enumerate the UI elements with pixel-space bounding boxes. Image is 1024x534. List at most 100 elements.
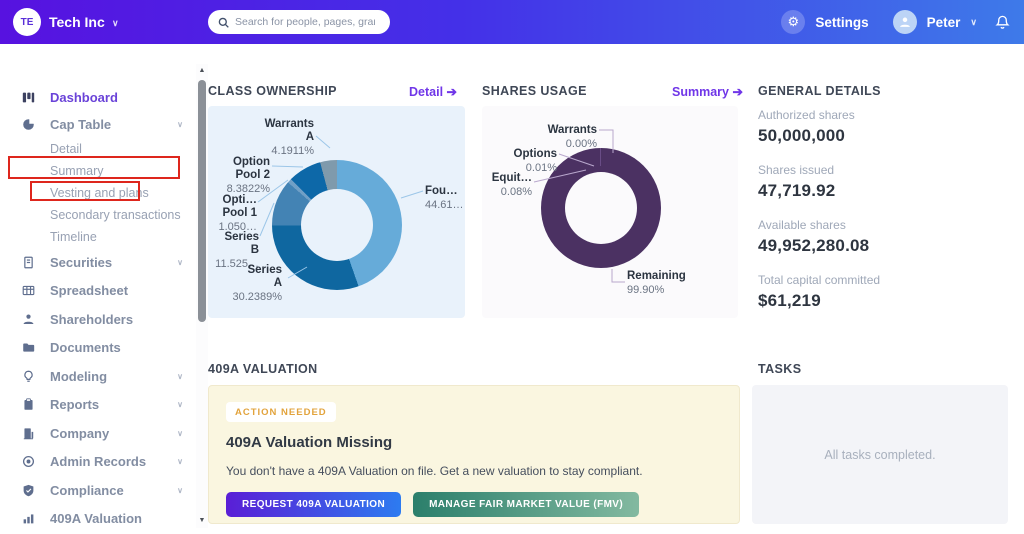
sidebar-item-label: Admin Records	[50, 454, 147, 470]
bulb-icon	[22, 370, 37, 383]
sidebar-item-label: Dashboard	[50, 90, 118, 105]
pie-chart-icon	[22, 118, 37, 131]
sidebar-item-dashboard[interactable]: Dashboard	[0, 84, 196, 111]
search-input[interactable]	[235, 16, 375, 28]
settings-label[interactable]: Settings	[815, 15, 868, 30]
general-details-item: Shares issued 47,719.92	[758, 163, 1008, 201]
person-icon	[899, 17, 910, 27]
general-details-item: Total capital committed $61,219	[758, 273, 1008, 311]
sidebar-item-label: Compliance	[50, 482, 124, 498]
sidebar-item-label: Spreadsheet	[50, 283, 129, 299]
chevron-down-icon[interactable]: ∨	[177, 429, 183, 438]
table-icon	[22, 284, 37, 297]
clipboard-icon	[22, 398, 37, 411]
folder-icon	[22, 341, 37, 354]
user-avatar[interactable]	[892, 10, 917, 34]
sidebar-item-spreadsheet[interactable]: Spreadsheet	[0, 277, 196, 306]
general-details-title: GENERAL DETAILS	[758, 84, 881, 98]
sidebar-item-securities[interactable]: Securities ∨	[0, 248, 196, 277]
sidebar-item-label: Modeling	[50, 368, 108, 384]
sidebar-item-label: Shareholders	[50, 311, 134, 327]
sidebar-subitem-secondary-transactions[interactable]: Secondary transactions	[0, 204, 196, 226]
user-name[interactable]: Peter	[927, 15, 961, 30]
sidebar-subitem-summary[interactable]: Summary	[0, 160, 196, 182]
gear-icon: ⚙	[787, 14, 800, 29]
class-ownership-detail-link[interactable]: Detail ➔	[409, 84, 457, 99]
chevron-down-icon[interactable]: ∨	[177, 486, 183, 495]
request-409a-valuation-button[interactable]: REQUEST 409A VALUATION	[226, 492, 402, 517]
top-navbar: TE Tech Inc ∨ ⚙ Settings Peter ∨	[0, 0, 1024, 44]
company-name[interactable]: Tech Inc	[49, 14, 105, 30]
valuation-409a-panel: ACTION NEEDED 409A Valuation Missing You…	[208, 385, 740, 524]
global-search[interactable]	[208, 10, 390, 34]
sidebar-item-label: Documents	[50, 340, 121, 356]
dashboard-page: TE Tech Inc ∨ ⚙ Settings Peter ∨ Dashboa…	[0, 0, 1024, 534]
chart-label-series-a: Series A 30.2389%	[232, 264, 282, 303]
sidebar-item-label: Secondary transactions	[50, 208, 181, 222]
chart-label-remaining: Remaining 99.90%	[627, 270, 686, 296]
sidebar-subitem-detail[interactable]: Detail	[0, 138, 196, 160]
chart-label-options: Options 0.01%	[513, 148, 557, 174]
chevron-down-icon[interactable]: ∨	[177, 400, 183, 409]
detail-label: Shares issued	[758, 163, 835, 177]
sidebar-item-company[interactable]: Company ∨	[0, 419, 196, 448]
shares-usage-summary-link[interactable]: Summary ➔	[672, 84, 743, 99]
arrow-right-icon: ➔	[732, 85, 743, 99]
sidebar-item-documents[interactable]: Documents	[0, 334, 196, 363]
valuation-missing-heading: 409A Valuation Missing	[226, 434, 393, 451]
sidebar-item-label: Cap Table	[50, 117, 112, 132]
sidebar-item-label: Securities	[50, 254, 113, 270]
sidebar-item-label: Detail	[50, 142, 82, 156]
valuation-409a-title: 409A VALUATION	[208, 362, 318, 376]
detail-value: 50,000,000	[758, 126, 846, 145]
class-ownership-donut-chart	[272, 160, 402, 290]
sidebar-item-label: Company	[50, 425, 110, 441]
detail-value: 49,952,280.08	[758, 236, 870, 255]
tasks-panel: All tasks completed.	[752, 385, 1008, 524]
tasks-title: TASKS	[758, 362, 802, 376]
shares-usage-title: SHARES USAGE	[482, 84, 587, 98]
sidebar-item-shareholders[interactable]: Shareholders	[0, 305, 196, 334]
chart-label-option-pool-1: Opti… Pool 1 1.050…	[218, 194, 257, 233]
chart-label-warrants-a: Warrants A 4.1911%	[264, 118, 314, 157]
shares-usage-donut-chart	[541, 148, 661, 268]
chart-label-option-pool-2: Option Pool 2 8.3822%	[226, 156, 270, 195]
detail-label: Total capital committed	[758, 273, 881, 287]
sidebar-item-modeling[interactable]: Modeling ∨	[0, 362, 196, 391]
chevron-down-icon[interactable]: ∨	[970, 17, 977, 28]
detail-label: Authorized shares	[758, 108, 855, 122]
settings-button[interactable]: ⚙	[781, 10, 806, 34]
company-avatar[interactable]: TE	[13, 8, 41, 36]
chart-label-equity: Equit… 0.08%	[491, 172, 532, 198]
detail-value: $61,219	[758, 291, 821, 310]
sidebar-subitem-timeline[interactable]: Timeline	[0, 226, 196, 248]
scroll-up-arrow[interactable]: ▲	[196, 66, 208, 76]
sidebar-subitem-vesting-and-plans[interactable]: Vesting and plans	[0, 182, 196, 204]
chevron-down-icon[interactable]: ∨	[112, 18, 119, 29]
scroll-down-arrow[interactable]: ▼	[196, 516, 208, 526]
chevron-down-icon[interactable]: ∨	[177, 120, 183, 129]
notifications-bell-icon[interactable]	[995, 14, 1010, 30]
chart-label-founders: Fou… 44.61…	[425, 185, 464, 211]
sidebar-item-compliance[interactable]: Compliance ∨	[0, 476, 196, 505]
sidebar-item-label: Vesting and plans	[50, 186, 149, 200]
class-ownership-chart-panel: Warrants A 4.1911% Option Pool 2 8.3822%…	[208, 106, 465, 318]
chevron-down-icon[interactable]: ∨	[177, 258, 183, 267]
content-scrollbar[interactable]: ▲ ▼	[196, 64, 208, 528]
bar-chart-icon	[22, 512, 37, 525]
dashboard-icon	[22, 91, 37, 104]
manage-fmv-button[interactable]: MANAGE FAIR MARKET VALUE (FMV)	[413, 492, 640, 517]
chevron-down-icon[interactable]: ∨	[177, 372, 183, 381]
arrow-right-icon: ➔	[446, 85, 458, 99]
sidebar-item-cap-table[interactable]: Cap Table ∨	[0, 111, 196, 138]
sidebar-item-reports[interactable]: Reports ∨	[0, 391, 196, 420]
certificate-icon	[22, 256, 37, 269]
valuation-missing-body: You don't have a 409A Valuation on file.…	[226, 464, 643, 478]
detail-label: Available shares	[758, 218, 846, 232]
search-icon	[218, 17, 229, 28]
sidebar-item-409a-valuation[interactable]: 409A Valuation	[0, 505, 196, 534]
chevron-down-icon[interactable]: ∨	[177, 457, 183, 466]
scrollbar-thumb[interactable]	[198, 80, 206, 322]
sidebar-item-admin-records[interactable]: Admin Records ∨	[0, 448, 196, 477]
sidebar-item-label: Reports	[50, 397, 100, 413]
